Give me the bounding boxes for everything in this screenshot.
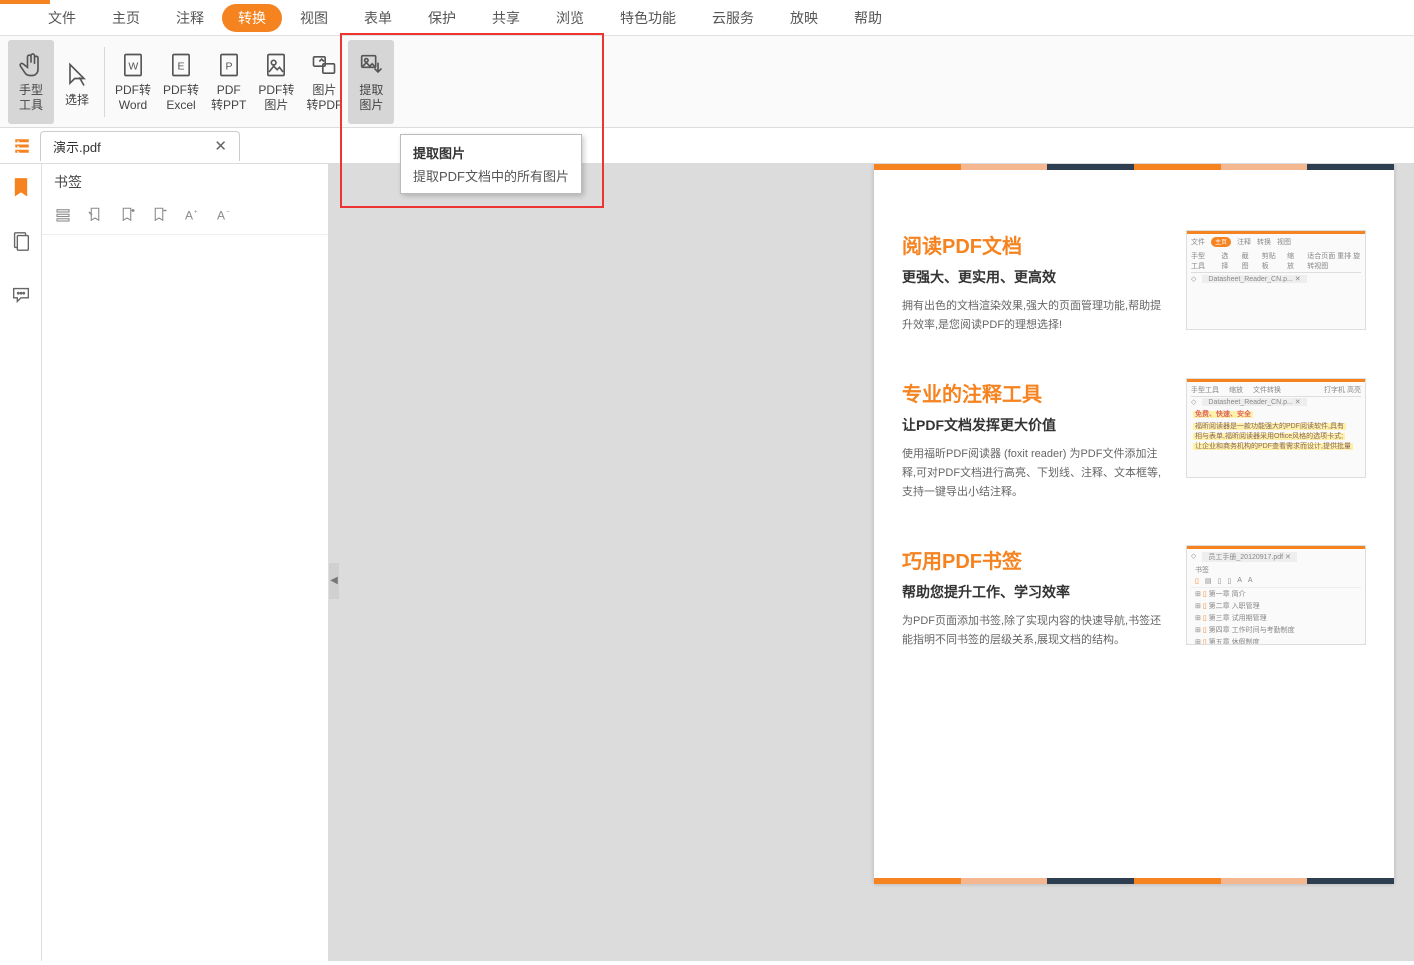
ribbon-label: 图片 转PDF — [306, 83, 342, 112]
pdf-to-excel-button[interactable]: E PDF转 Excel — [157, 40, 205, 124]
menubar: 文件主页注释转换视图表单保护共享浏览特色功能云服务放映帮助 — [0, 0, 1414, 36]
menu-表单[interactable]: 表单 — [346, 2, 410, 34]
bookmark-cut-icon[interactable] — [86, 206, 104, 224]
ribbon-label: 提取 图片 — [359, 83, 383, 112]
ribbon-label: PDF转 Excel — [163, 83, 199, 112]
menu-帮助[interactable]: 帮助 — [836, 2, 900, 34]
ribbon-label: PDF转 图片 — [258, 83, 294, 112]
svg-text:E: E — [178, 61, 185, 73]
ribbon-label: 选择 — [65, 93, 89, 107]
panel-collapse-handle[interactable]: ◀ — [329, 563, 339, 599]
svg-text:−: − — [226, 210, 230, 216]
svg-text:+: + — [194, 210, 198, 216]
feature-title: 巧用PDF书签 — [902, 545, 1168, 574]
ribbon-label: 手型 工具 — [19, 83, 43, 112]
select-tool-button[interactable]: 选择▾ — [54, 40, 100, 124]
ribbon-label: PDF转 Word — [115, 83, 151, 112]
tooltip: 提取图片 提取PDF文档中的所有图片 — [400, 134, 582, 194]
bookmarks-title: 书签 — [42, 164, 328, 200]
feature-block: 阅读PDF文档更强大、更实用、更高效拥有出色的文档渲染效果,强大的页面管理功能,… — [902, 230, 1366, 334]
bookmark-remove-icon[interactable] — [150, 206, 168, 224]
pdf-page: 阅读PDF文档更强大、更实用、更高效拥有出色的文档渲染效果,强大的页面管理功能,… — [874, 164, 1394, 884]
pdf-to-ppt-icon: P — [215, 51, 243, 79]
menu-转换[interactable]: 转换 — [222, 4, 282, 32]
tooltip-title: 提取图片 — [413, 143, 569, 162]
feature-thumbnail: 手型工具缩放文件转换打字机 高亮◇Datasheet_Reader_CN.p..… — [1186, 378, 1366, 478]
pdf-to-word-icon: W — [119, 51, 147, 79]
expand-all-icon[interactable] — [54, 206, 72, 224]
select-tool-icon — [63, 61, 91, 89]
feature-body: 为PDF页面添加书签,除了实现内容的快速导航,书签还能指明不同书签的层级关系,展… — [902, 612, 1168, 649]
extract-images-button[interactable]: 提取 图片 — [348, 40, 394, 124]
menu-共享[interactable]: 共享 — [474, 2, 538, 34]
svg-text:A: A — [217, 209, 225, 223]
hand-tool-button[interactable]: 手型 工具 — [8, 40, 54, 124]
ribbon-label: PDF 转PPT — [211, 83, 246, 112]
ribbon-toolbar: 手型 工具选择▾ W PDF转 Word E PDF转 Excel P PDF 转PPT PD… — [0, 36, 1414, 128]
feature-block: 巧用PDF书签帮助您提升工作、学习效率为PDF页面添加书签,除了实现内容的快速导… — [902, 545, 1366, 649]
hand-tool-icon — [17, 51, 45, 79]
image-to-pdf-button[interactable]: 图片 转PDF — [300, 40, 348, 124]
feature-title: 专业的注释工具 — [902, 378, 1168, 407]
comments-icon[interactable] — [10, 284, 32, 306]
document-tab[interactable]: 演示.pdf ✕ — [40, 131, 240, 161]
menu-主页[interactable]: 主页 — [94, 2, 158, 34]
page-bottom-stripe — [874, 878, 1394, 884]
font-increase-icon[interactable]: A+ — [182, 206, 200, 224]
menu-视图[interactable]: 视图 — [282, 2, 346, 34]
side-panel-strip — [0, 164, 42, 961]
pdf-to-image-icon — [262, 51, 290, 79]
menu-文件[interactable]: 文件 — [30, 2, 94, 34]
menu-放映[interactable]: 放映 — [772, 2, 836, 34]
menu-浏览[interactable]: 浏览 — [538, 2, 602, 34]
feature-block: 专业的注释工具让PDF文档发挥更大价值使用福昕PDF阅读器 (foxit rea… — [902, 378, 1366, 501]
feature-subtitle: 让PDF文档发挥更大价值 — [902, 415, 1168, 435]
feature-thumbnail: 文件 主页 注释 转换 视图手型工具选择截图剪贴板缩放适合页面 重排 旋转视图◇… — [1186, 230, 1366, 330]
font-decrease-icon[interactable]: A− — [214, 206, 232, 224]
document-tab-label: 演示.pdf — [53, 137, 101, 156]
feature-body: 拥有出色的文档渲染效果,强大的页面管理功能,帮助提升效率,是您阅读PDF的理想选… — [902, 297, 1168, 334]
feature-body: 使用福昕PDF阅读器 (foxit reader) 为PDF文件添加注释,可对P… — [902, 445, 1168, 501]
extract-images-icon — [357, 51, 385, 79]
pages-icon[interactable] — [10, 230, 32, 252]
bookmarks-icon[interactable] — [10, 176, 32, 198]
document-tabstrip: 演示.pdf ✕ — [0, 128, 1414, 164]
feature-title: 阅读PDF文档 — [902, 230, 1168, 259]
svg-text:W: W — [128, 61, 138, 73]
bookmark-add-icon[interactable] — [118, 206, 136, 224]
pdf-to-word-button[interactable]: W PDF转 Word — [109, 40, 157, 124]
menu-特色功能[interactable]: 特色功能 — [602, 2, 694, 34]
main-area: 书签 A+ A− ◀ 阅读PDF文档更强大、更实用、更高效拥有出色的文档渲染效果… — [0, 164, 1414, 961]
svg-text:P: P — [225, 61, 232, 73]
app-accent — [0, 0, 50, 4]
feature-thumbnail: ◇员工手册_20120917.pdf ✕书签▯▤▯▯AA⊞ ▯ 第一章 简介⊞ … — [1186, 545, 1366, 645]
close-icon[interactable]: ✕ — [214, 137, 227, 155]
start-tab-icon[interactable] — [4, 131, 40, 161]
feature-subtitle: 更强大、更实用、更高效 — [902, 267, 1168, 287]
document-viewer[interactable]: ◀ 阅读PDF文档更强大、更实用、更高效拥有出色的文档渲染效果,强大的页面管理功… — [329, 164, 1414, 961]
pdf-to-image-button[interactable]: PDF转 图片 — [252, 40, 300, 124]
pdf-to-ppt-button[interactable]: P PDF 转PPT — [205, 40, 252, 124]
image-to-pdf-icon — [310, 51, 338, 79]
menu-云服务[interactable]: 云服务 — [694, 2, 772, 34]
pdf-to-excel-icon: E — [167, 51, 195, 79]
menu-保护[interactable]: 保护 — [410, 2, 474, 34]
bookmarks-toolbar: A+ A− — [42, 200, 328, 235]
feature-subtitle: 帮助您提升工作、学习效率 — [902, 582, 1168, 602]
tooltip-desc: 提取PDF文档中的所有图片 — [413, 166, 569, 185]
menu-注释[interactable]: 注释 — [158, 2, 222, 34]
bookmarks-panel: 书签 A+ A− — [42, 164, 329, 961]
svg-text:A: A — [185, 209, 193, 223]
